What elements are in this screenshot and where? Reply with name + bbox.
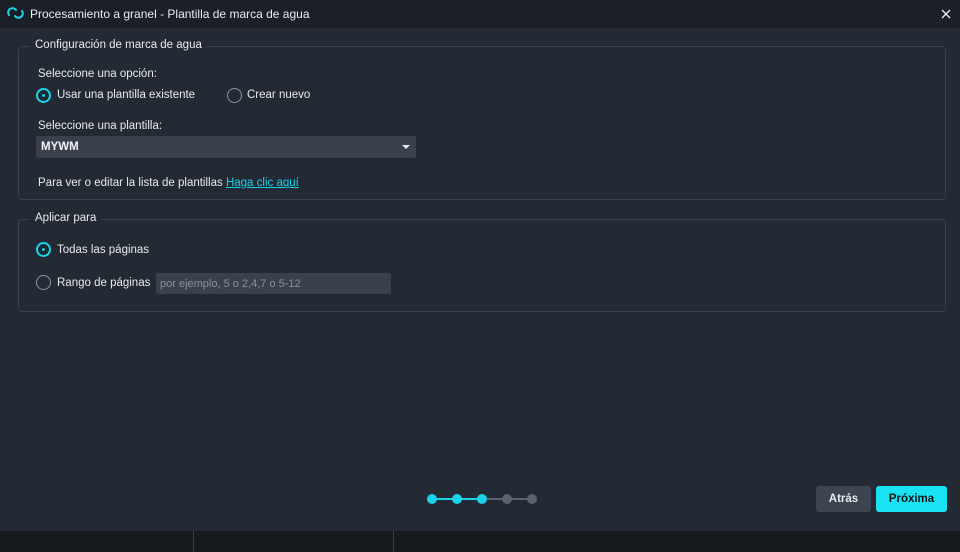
apply-to-legend: Aplicar para — [30, 212, 102, 224]
step-dot — [477, 494, 487, 504]
watermark-config-legend: Configuración de marca de agua — [30, 39, 207, 51]
radio-use-existing-template[interactable] — [36, 88, 51, 103]
step-dot — [427, 494, 437, 504]
wizard-progress — [427, 493, 539, 505]
app-logo-icon — [7, 7, 24, 19]
close-icon — [941, 9, 951, 19]
edit-templates-text: Para ver o editar la lista de plantillas… — [38, 177, 299, 189]
step-dot — [452, 494, 462, 504]
radio-create-new[interactable] — [227, 88, 242, 103]
close-button[interactable] — [936, 4, 956, 24]
title-bar: Procesamiento a granel - Plantilla de ma… — [0, 0, 960, 28]
radio-all-pages[interactable] — [36, 242, 51, 257]
edit-templates-prefix: Para ver o editar la lista de plantillas — [38, 177, 223, 189]
window-title: Procesamiento a granel - Plantilla de ma… — [30, 7, 310, 21]
apply-to-group: Aplicar para — [18, 212, 946, 312]
status-divider — [193, 531, 194, 552]
radio-page-range[interactable] — [36, 275, 51, 290]
edit-templates-link[interactable]: Haga clic aquí — [226, 177, 299, 189]
status-bar — [0, 531, 960, 552]
step-dot — [502, 494, 512, 504]
status-divider — [393, 531, 394, 552]
template-label: Seleccione una plantilla: — [38, 120, 163, 132]
radio-all-pages-label[interactable]: Todas las páginas — [57, 244, 149, 256]
radio-use-existing-template-label[interactable]: Usar una plantilla existente — [57, 89, 195, 101]
option-label: Seleccione una opción: — [38, 68, 157, 80]
chevron-down-icon — [402, 145, 410, 149]
radio-create-new-label[interactable]: Crear nuevo — [247, 89, 310, 101]
radio-page-range-label[interactable]: Rango de páginas — [57, 277, 150, 289]
template-select[interactable]: MYWM — [36, 136, 416, 158]
next-button[interactable]: Próxima — [876, 486, 947, 512]
page-range-input[interactable] — [156, 273, 391, 294]
step-dot — [527, 494, 537, 504]
back-button[interactable]: Atrás — [816, 486, 871, 512]
template-select-value: MYWM — [41, 141, 79, 153]
